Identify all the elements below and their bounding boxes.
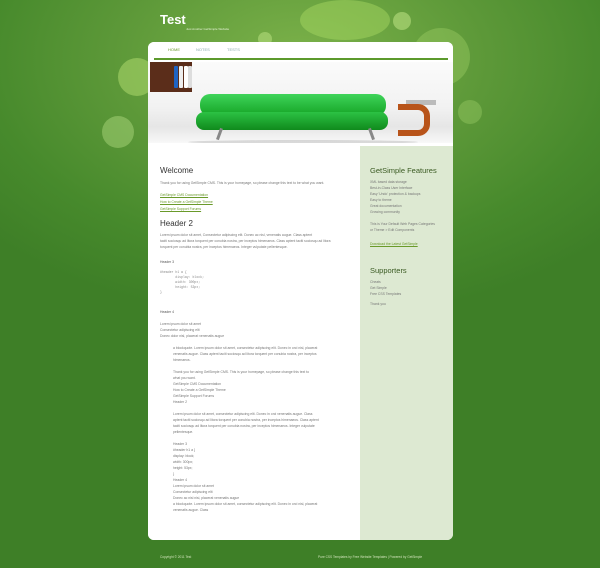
features-note: This is Your Default Web Pages Categorie… bbox=[370, 222, 435, 226]
feature-item: Easy 'Undo' protection & backups bbox=[370, 192, 421, 196]
paragraph: Consectetur adipiscing elit bbox=[160, 328, 200, 332]
feature-item: Easy to theme bbox=[370, 198, 392, 202]
nav-item-notes[interactable]: NOTES bbox=[196, 47, 210, 52]
list-item: Header 2 bbox=[173, 400, 187, 404]
header-2: Header 2 bbox=[160, 219, 193, 228]
footer-credits[interactable]: Pure CSS Templates by Free Website Templ… bbox=[318, 555, 422, 559]
link-docs[interactable]: GetSimple CMS Documentation bbox=[160, 193, 208, 197]
list-item: Header 3 bbox=[173, 442, 187, 446]
feature-item: Best-in-Class User Interface bbox=[370, 186, 413, 190]
code-block: #header h1 a { display: block; width: 30… bbox=[160, 270, 204, 294]
blockquote: himenaeos. bbox=[173, 358, 191, 362]
green-couch-seat bbox=[196, 112, 388, 130]
paragraph: Lorem ipsum dolor sit amet, Consectetur … bbox=[160, 233, 313, 237]
list-item: GetSimple CMS Documentation bbox=[173, 382, 222, 386]
paragraph: Lorem ipsum dolor sit amet, consectetur … bbox=[173, 412, 313, 416]
header-3: Header 3 bbox=[160, 260, 174, 264]
decorative-bubble bbox=[458, 100, 482, 124]
list-item: height: 53px; bbox=[173, 466, 193, 470]
list-item: Lorem ipsum dolor sit amet bbox=[173, 484, 214, 488]
blockquote: a blockquote. Lorem ipsum dolor sit amet… bbox=[173, 346, 318, 350]
sidebar: GetSimple Features XML based data storag… bbox=[360, 146, 453, 540]
main-nav: HOME NOTES TESTS bbox=[148, 42, 453, 60]
features-note: or Theme > Edit Components bbox=[370, 228, 415, 232]
list-item: what you want. bbox=[173, 376, 196, 380]
supporter-link[interactable]: Get Simple bbox=[370, 286, 387, 292]
supporter-link[interactable]: Free CSS Templates bbox=[370, 292, 401, 298]
paragraph: taciti sociosqu ad litora torquent per c… bbox=[160, 239, 331, 243]
nav-item-home[interactable]: HOME bbox=[168, 47, 180, 52]
list-item: Donec ac nisl nisi, placerat venenatis a… bbox=[173, 496, 240, 500]
nav-item-tests[interactable]: TESTS bbox=[227, 47, 240, 52]
list-item: a blockquote. Lorem ipsum dolor sit amet… bbox=[173, 502, 318, 506]
supporter-link[interactable]: Cheats bbox=[370, 280, 381, 286]
page-container: HOME NOTES TESTS Welcome Thank you for u… bbox=[148, 42, 453, 540]
decorative-bubble bbox=[300, 0, 390, 40]
paragraph: pellentesque. bbox=[173, 430, 194, 434]
decorative-bubble bbox=[393, 12, 411, 30]
welcome-heading: Welcome bbox=[160, 166, 194, 175]
blockquote: venenatis augue. Class aptent taciti soc… bbox=[173, 352, 317, 356]
list-item: display: block; bbox=[173, 454, 195, 458]
list-item: Header 4 bbox=[173, 478, 187, 482]
decorative-bubble bbox=[102, 116, 134, 148]
features-heading: GetSimple Features bbox=[370, 166, 437, 175]
link-forums[interactable]: GetSimple Support Forums bbox=[160, 207, 201, 211]
paragraph: aptent taciti sociosqu ad litora torquen… bbox=[173, 418, 319, 422]
list-item: #header h1 a { bbox=[173, 448, 196, 452]
list-item: } bbox=[173, 472, 175, 476]
paragraph: Donec dolor nisl, placerat venenatis aug… bbox=[160, 334, 225, 338]
welcome-text: Thank you for using GetSimple CMS. This … bbox=[160, 181, 325, 185]
main-content: Welcome Thank you for using GetSimple CM… bbox=[148, 146, 359, 540]
site-tagline: Just Another GetSimple Website bbox=[186, 27, 230, 31]
paragraph: taciti sociosqu ad litora torquent per c… bbox=[173, 424, 315, 428]
site-title[interactable]: Test bbox=[160, 12, 186, 27]
feature-item: Growing community bbox=[370, 210, 400, 214]
thank-you-text: Thank you bbox=[370, 302, 386, 306]
list-item: How to Create a GetSimple Theme bbox=[173, 388, 226, 392]
feature-item: Great documentation bbox=[370, 204, 402, 208]
header-4: Header 4 bbox=[160, 310, 174, 314]
list-item: GetSimple Support Forums bbox=[173, 394, 215, 398]
bookshelf bbox=[150, 62, 192, 92]
link-theme[interactable]: How to Create a GetSimple Theme bbox=[160, 200, 213, 204]
download-link[interactable]: Download the Latest GetSimple bbox=[370, 242, 418, 246]
list-item: width: 300px; bbox=[173, 460, 193, 464]
list-item: venenatis augue. Class bbox=[173, 508, 209, 512]
list-item: Thank you for using GetSimple CMS. This … bbox=[173, 370, 310, 374]
footer-copyright: Copyright © 2011 Test bbox=[160, 555, 192, 559]
list-item: Consectetur adipiscing elit bbox=[173, 490, 213, 494]
supporters-heading: Supporters bbox=[370, 266, 407, 275]
nav-divider bbox=[154, 58, 448, 60]
hero-banner bbox=[148, 62, 453, 143]
feature-item: XML based data storage bbox=[370, 180, 407, 184]
paragraph: Lorem ipsum dolor sit amet bbox=[160, 322, 201, 326]
paragraph: torquent per conubia nostra, per incepto… bbox=[160, 245, 288, 249]
